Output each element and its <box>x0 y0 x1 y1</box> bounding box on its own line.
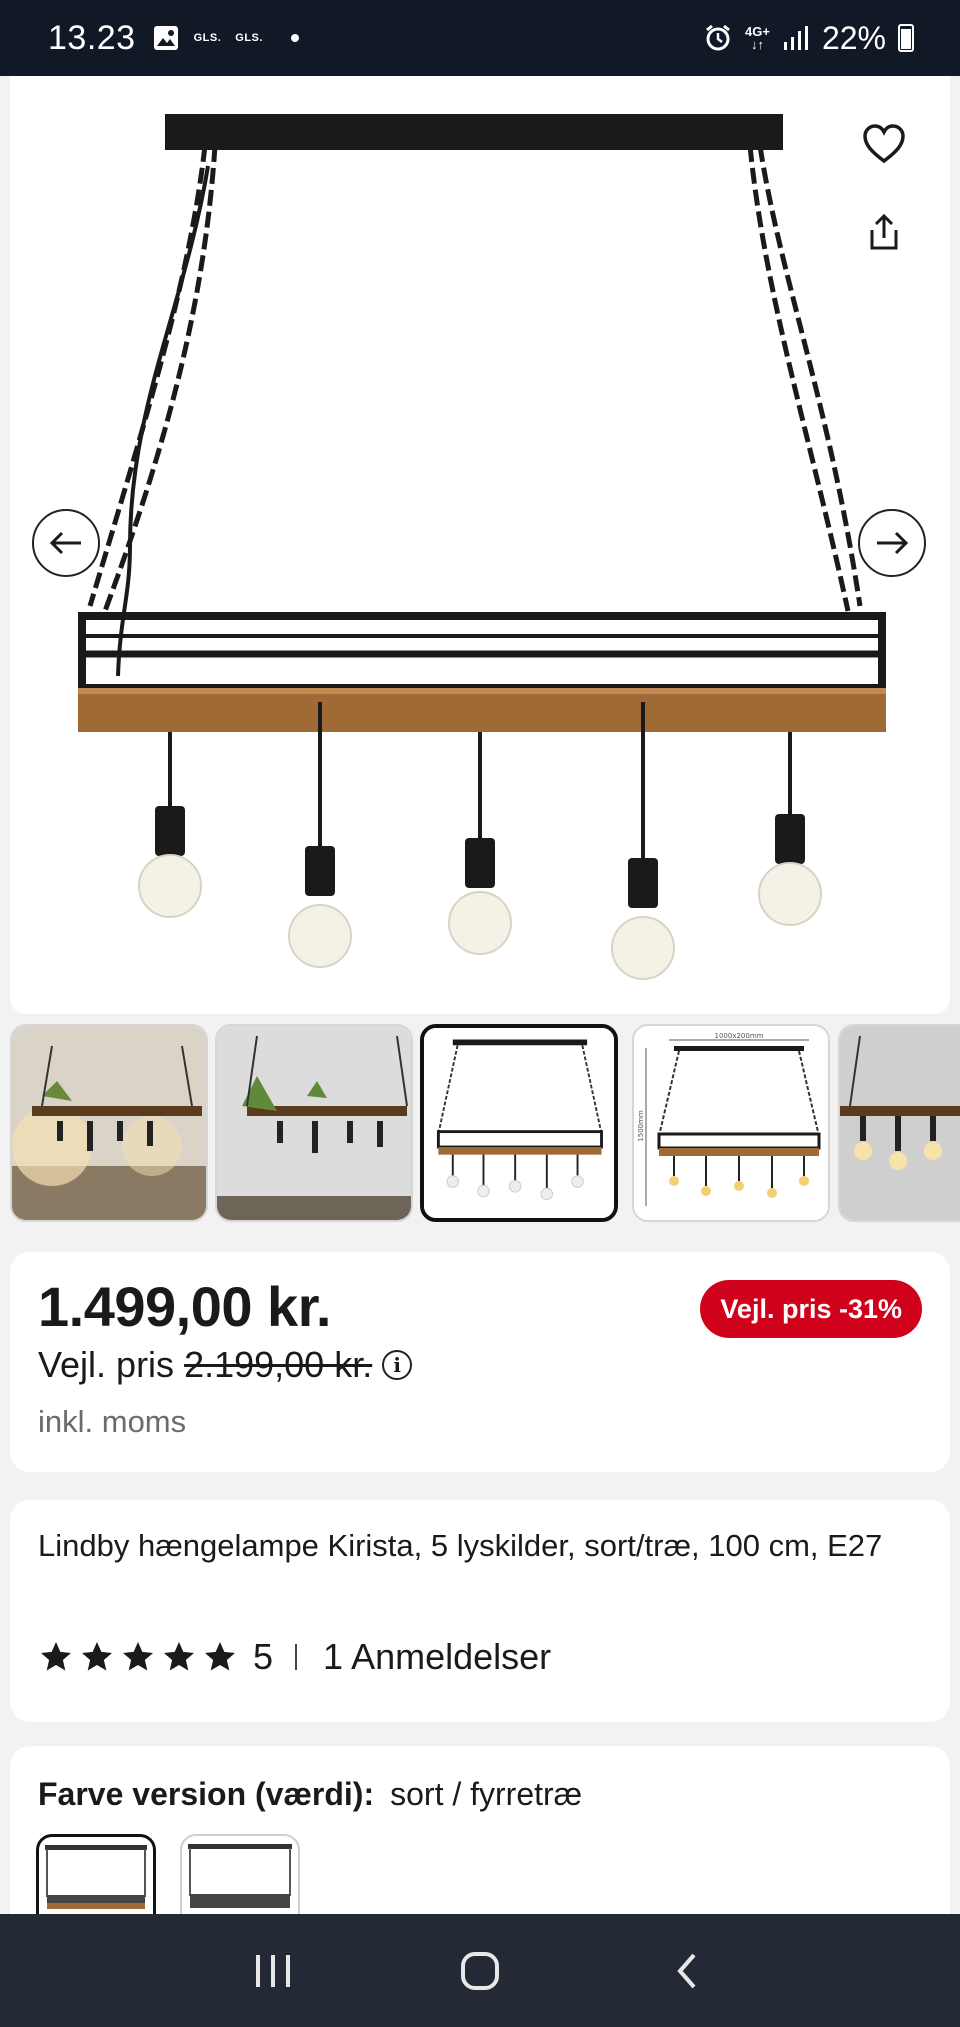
thumbnail-image <box>840 1026 960 1220</box>
product-image <box>78 114 886 980</box>
back-icon <box>676 1953 696 1988</box>
status-bar: 13.23 GLS. GLS. 4G+ ↓↑ 22% <box>0 0 960 76</box>
rating-stars <box>38 1639 243 1675</box>
gls-notification-icon: GLS. <box>235 32 263 44</box>
info-icon[interactable]: i <box>382 1350 413 1380</box>
battery-percent: 22% <box>821 19 886 56</box>
thumbnail-image: 1000x200mm 1500mm <box>634 1026 828 1220</box>
vat-note: inkl. moms <box>38 1404 187 1439</box>
current-price: 1.499,00 kr. <box>38 1275 331 1338</box>
discount-badge: Vejl. pris -31% <box>700 1280 922 1338</box>
thumbnail-image <box>217 1026 411 1220</box>
signal-icon <box>783 26 808 50</box>
gls-notification-icon: GLS. <box>193 32 222 44</box>
arrow-right-icon <box>877 531 909 555</box>
star-icon <box>164 1642 194 1671</box>
share-icon <box>870 213 898 250</box>
recommended-price: Vejl. pris 2.199,00 kr. i <box>38 1344 413 1386</box>
favorite-button[interactable] <box>856 116 912 172</box>
variant-label-text: Farve version (værdi): <box>38 1776 375 1812</box>
status-time: 13.23 <box>48 18 136 57</box>
gallery-icon <box>153 26 178 50</box>
star-icon <box>41 1642 71 1671</box>
thumbnail-strip[interactable]: 1000x200mm 1500mm <box>10 1024 960 1222</box>
battery-icon <box>898 24 914 52</box>
height-dimension-label: 1500mm <box>637 1110 645 1142</box>
network-type: 4G+ ↓↑ <box>745 24 770 52</box>
thumbnail-1[interactable] <box>10 1024 208 1222</box>
previous-image-button[interactable] <box>32 509 100 577</box>
next-image-button[interactable] <box>858 509 926 577</box>
rating-row[interactable]: 5 1 Anmeldelser <box>38 1636 551 1678</box>
star-icon <box>205 1642 235 1671</box>
thumbnail-4[interactable]: 1000x200mm 1500mm <box>632 1024 830 1222</box>
variant-label: Farve version (værdi): sort / fyrretræ <box>38 1776 582 1813</box>
price-card: 1.499,00 kr. Vejl. pris -31% Vejl. pris … <box>10 1252 950 1472</box>
system-navigation-bar <box>0 1914 960 2027</box>
back-button[interactable] <box>657 1941 717 2001</box>
star-icon <box>82 1642 112 1671</box>
star-icon <box>123 1642 153 1671</box>
share-button[interactable] <box>856 204 912 260</box>
thumbnail-image <box>424 1028 614 1218</box>
rrp-old-price: 2.199,00 kr. <box>184 1344 373 1385</box>
thumbnail-2[interactable] <box>215 1024 413 1222</box>
reviews-link[interactable]: 1 Anmeldelser <box>323 1636 551 1678</box>
thumbnail-5[interactable] <box>838 1024 960 1222</box>
arrow-left-icon <box>49 531 81 555</box>
heart-icon <box>863 124 905 164</box>
home-button[interactable] <box>450 1941 510 2001</box>
rating-value: 5 <box>253 1636 274 1677</box>
product-image-gallery[interactable] <box>10 76 950 1014</box>
product-info-card: Lindby hængelampe Kirista, 5 lyskilder, … <box>10 1500 950 1722</box>
rrp-label: Vejl. pris <box>38 1344 175 1385</box>
thumbnail-image <box>12 1026 206 1220</box>
thumbnail-3-selected[interactable] <box>420 1024 618 1222</box>
more-notifications-dot <box>290 34 299 42</box>
rating-divider <box>295 1644 298 1670</box>
home-icon <box>460 1951 499 1990</box>
width-dimension-label: 1000x200mm <box>715 1032 764 1040</box>
product-title: Lindby hængelampe Kirista, 5 lyskilder, … <box>38 1528 883 1563</box>
recent-apps-icon <box>256 1954 291 1987</box>
alarm-icon <box>706 24 730 51</box>
variant-value: sort / fyrretræ <box>390 1776 583 1812</box>
recent-apps-button[interactable] <box>243 1941 303 2001</box>
